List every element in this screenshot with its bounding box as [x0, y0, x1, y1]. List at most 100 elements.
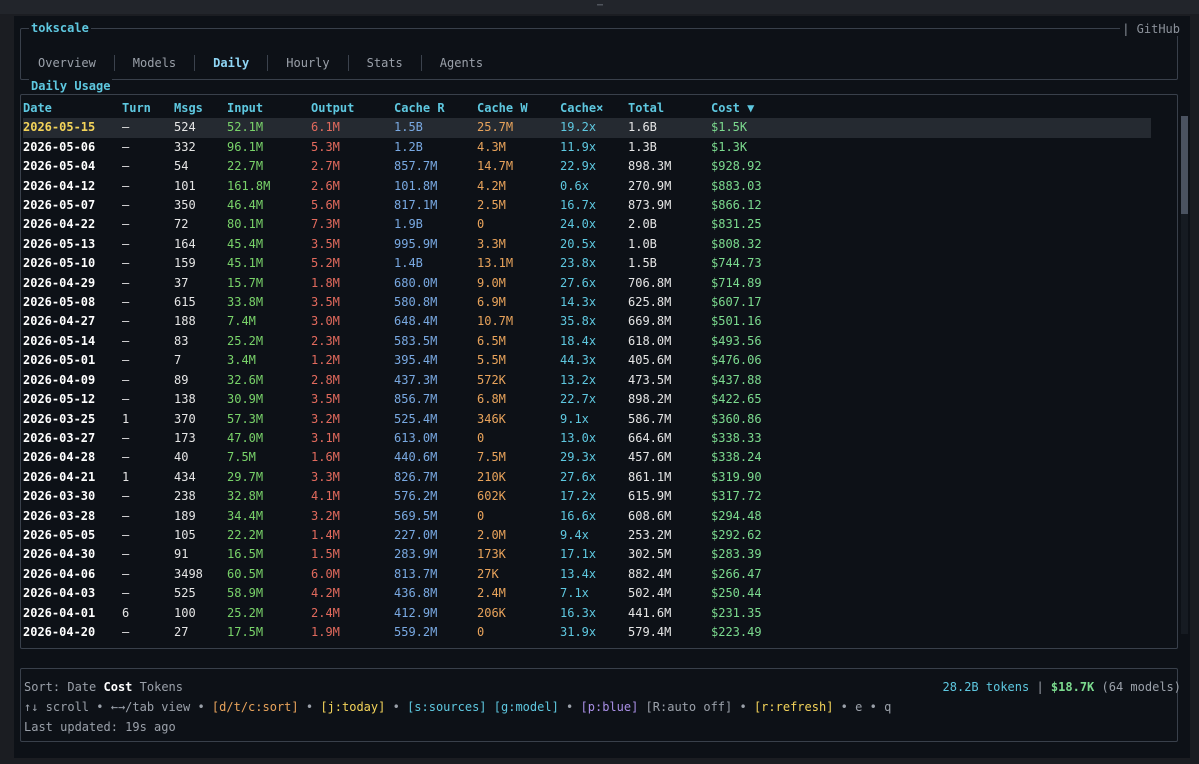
window-grip-icon[interactable]: ⋯ — [597, 0, 604, 11]
hint-sort[interactable]: [d/t/c:sort] — [212, 700, 299, 714]
hint-refresh[interactable]: [r:refresh] — [754, 700, 833, 714]
table-row[interactable]: 2026-04-03 — 525 58.9M 4.2M 436.8M 2.4M 7.1x 502… — [23, 584, 1151, 603]
cell-msgs: 350 — [174, 198, 196, 213]
hint-quit[interactable]: q — [884, 700, 891, 714]
cell-cost: $422.65 — [711, 392, 762, 407]
tab-models[interactable]: Models — [133, 56, 176, 70]
cell-cache-ratio: 24.0x — [560, 217, 597, 232]
table-row[interactable]: 2026-03-30 — 238 32.8M 4.1M 576.2M 602K 17.2x 61… — [23, 487, 1151, 506]
tab-bar: Overview Models Daily Hourly Stats Agent… — [38, 54, 483, 72]
cell-turn: — — [122, 527, 130, 542]
hint-today[interactable]: [j:today] — [320, 700, 385, 714]
cell-output: 2.4M — [311, 605, 340, 620]
sort-option-tokens[interactable]: Tokens — [140, 680, 183, 694]
cell-date: 2026-03-28 — [23, 508, 96, 523]
cell-msgs: 101 — [174, 178, 196, 193]
table-row[interactable]: 2026-05-05 — 105 22.2M 1.4M 227.0M 2.0M 9.4x 253… — [23, 526, 1151, 545]
hint-sources[interactable]: [s:sources] — [407, 700, 486, 714]
table-row[interactable]: 2026-05-12 — 138 30.9M 3.5M 856.7M 6.8M 22.7x 89… — [23, 390, 1151, 409]
column-header-cost[interactable]: Cost ▼ — [711, 99, 1151, 118]
column-header-turn[interactable]: Turn — [122, 99, 174, 118]
table-row[interactable]: 2026-04-22 — 72 80.1M 7.3M 1.9B 0 24.0x 2.0B $831… — [23, 215, 1151, 234]
cell-cost: $317.72 — [711, 489, 762, 504]
table-row[interactable]: 2026-04-30 — 91 16.5M 1.5M 283.9M 173K 17.1x 302… — [23, 545, 1151, 564]
tab-divider — [267, 55, 269, 71]
cell-output: 2.6M — [311, 178, 340, 193]
cell-input: 3.4M — [227, 353, 256, 368]
table-row[interactable]: 2026-03-27 — 173 47.0M 3.1M 613.0M 0 13.0x 664.6… — [23, 429, 1151, 448]
cell-msgs: 3498 — [174, 566, 203, 581]
table-row[interactable]: 2026-05-14 — 83 25.2M 2.3M 583.5M 6.5M 18.4x 618… — [23, 332, 1151, 351]
cell-date: 2026-05-08 — [23, 295, 96, 310]
cell-output: 2.3M — [311, 333, 340, 348]
table-row[interactable]: 2026-03-25 1 370 57.3M 3.2M 525.4M 346K 9.1x 586… — [23, 410, 1151, 429]
hint-e[interactable]: e — [855, 700, 862, 714]
cell-input: 22.7M — [227, 159, 264, 174]
table-row[interactable]: 2026-04-06 — 3498 60.5M 6.0M 813.7M 27K 13.4x 88… — [23, 565, 1151, 584]
cell-cache-write: 602K — [477, 489, 506, 504]
sort-option-cost[interactable]: Cost — [104, 680, 133, 694]
table-row[interactable]: 2026-04-21 1 434 29.7M 3.3M 826.7M 210K 27.6x 86… — [23, 468, 1151, 487]
cell-turn: — — [122, 275, 130, 290]
cell-input: 32.8M — [227, 489, 264, 504]
cell-cache-read: 813.7M — [394, 566, 438, 581]
table-row[interactable]: 2026-04-29 — 37 15.7M 1.8M 680.0M 9.0M 27.6x 706… — [23, 274, 1151, 293]
table-row[interactable]: 2026-05-07 — 350 46.4M 5.6M 817.1M 2.5M 16.7x 87… — [23, 196, 1151, 215]
cell-cache-write: 572K — [477, 372, 506, 387]
github-link[interactable]: | GitHub — [1120, 22, 1182, 36]
table-row[interactable]: 2026-05-15—524 52.1M 6.1M 1.5B 25.7M 19.2x 1.6… — [23, 118, 1151, 138]
hint-auto[interactable]: [R:auto off] — [646, 700, 733, 714]
scrollbar-thumb[interactable] — [1181, 116, 1188, 214]
cell-cache-write: 0 — [477, 430, 485, 445]
cell-input: 29.7M — [227, 469, 264, 484]
table-row[interactable]: 2026-03-28 — 189 34.4M 3.2M 569.5M 0 16.6x 608.6… — [23, 507, 1151, 526]
hint-tab-view: ←→/tab view — [110, 700, 191, 714]
column-header-cache-ratio[interactable]: Cache× — [560, 99, 628, 118]
tab-stats[interactable]: Stats — [367, 56, 403, 70]
cell-turn: — — [122, 178, 130, 193]
cell-cache-write: 206K — [477, 605, 506, 620]
table-row[interactable]: 2026-05-08 — 615 33.8M 3.5M 580.8M 6.9M 14.3x 62… — [23, 293, 1151, 312]
table-row[interactable]: 2026-05-13 — 164 45.4M 3.5M 995.9M 3.3M 20.5x 1.… — [23, 235, 1151, 254]
tab-agents[interactable]: Agents — [440, 56, 483, 70]
column-header-input[interactable]: Input — [227, 99, 311, 118]
cell-turn: 6 — [122, 605, 130, 620]
cell-total: 898.2M — [628, 392, 672, 407]
cell-cache-read: 1.9B — [394, 217, 423, 232]
table-row[interactable]: 2026-04-09 — 89 32.6M 2.8M 437.3M 572K 13.2x 473… — [23, 371, 1151, 390]
hint-blue[interactable]: [p:blue] — [581, 700, 639, 714]
cell-cache-write: 9.0M — [477, 275, 506, 290]
table-row[interactable]: 2026-04-20 — 27 17.5M 1.9M 559.2M 0 31.9x 579.4M… — [23, 623, 1151, 642]
column-header-cache-write[interactable]: Cache W — [477, 99, 560, 118]
cell-msgs: 434 — [174, 469, 196, 484]
cell-output: 3.3M — [311, 469, 340, 484]
table-row[interactable]: 2026-04-12 — 101 161.8M 2.6M 101.8M 4.2M 0.6x 27… — [23, 177, 1151, 196]
cell-cache-ratio: 13.2x — [560, 372, 597, 387]
column-header-output[interactable]: Output — [311, 99, 394, 118]
column-header-msgs[interactable]: Msgs — [174, 99, 227, 118]
column-header-cache-read[interactable]: Cache R — [394, 99, 477, 118]
cell-cache-read: 680.0M — [394, 275, 438, 290]
tab-overview[interactable]: Overview — [38, 56, 96, 70]
table-row[interactable]: 2026-05-10 — 159 45.1M 5.2M 1.4B 13.1M 23.8x 1.5… — [23, 254, 1151, 273]
cell-cache-write: 14.7M — [477, 159, 514, 174]
cell-cache-read: 559.2M — [394, 624, 438, 639]
column-header-total[interactable]: Total — [628, 99, 711, 118]
column-header-date[interactable]: Date — [23, 99, 122, 118]
table-row[interactable]: 2026-05-01 — 7 3.4M 1.2M 395.4M 5.5M 44.3x 405.6… — [23, 351, 1151, 370]
table-row[interactable]: 2026-05-04 — 54 22.7M 2.7M 857.7M 14.7M 22.9x 89… — [23, 157, 1151, 176]
cell-date: 2026-05-05 — [23, 527, 96, 542]
hint-model[interactable]: [g:model] — [494, 700, 559, 714]
cell-cache-write: 7.5M — [477, 450, 506, 465]
table-row[interactable]: 2026-04-01 6 100 25.2M 2.4M 412.9M 206K 16.3x 44… — [23, 604, 1151, 623]
cell-total: 618.0M — [628, 333, 672, 348]
sort-option-date[interactable]: Date — [67, 680, 96, 694]
table-row[interactable]: 2026-04-28 — 40 7.5M 1.6M 440.6M 7.5M 29.3x 457.… — [23, 448, 1151, 467]
table-row[interactable]: 2026-04-27 — 188 7.4M 3.0M 648.4M 10.7M 35.8x 66… — [23, 312, 1151, 331]
cell-cache-write: 2.5M — [477, 198, 506, 213]
tab-daily[interactable]: Daily — [213, 56, 249, 70]
tab-hourly[interactable]: Hourly — [286, 56, 329, 70]
cell-date: 2026-03-27 — [23, 430, 96, 445]
cell-cost: $266.47 — [711, 566, 762, 581]
table-row[interactable]: 2026-05-06 — 332 96.1M 5.3M 1.2B 4.3M 11.9x 1.3B… — [23, 138, 1151, 157]
